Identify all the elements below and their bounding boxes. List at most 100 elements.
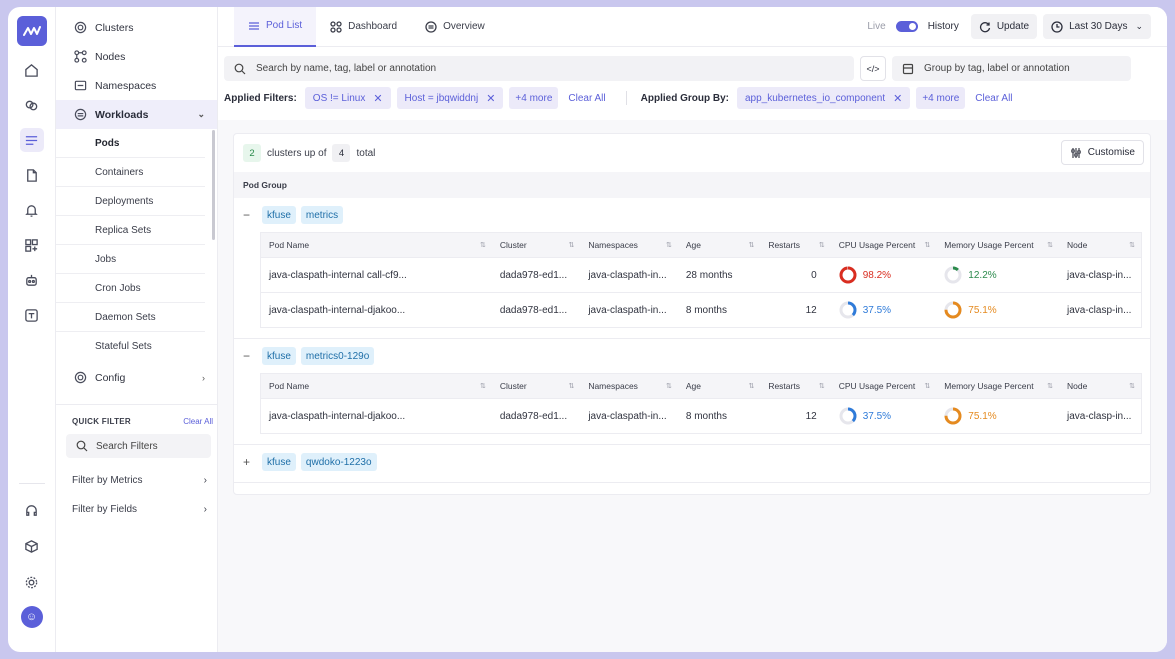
group-chip[interactable]: app_kubernetes_io_component ✕ [736, 87, 911, 109]
nodes-icon [74, 50, 87, 63]
customise-button[interactable]: Customise [1060, 140, 1144, 165]
sort-icon[interactable]: ⇅ [1129, 382, 1135, 390]
sort-icon[interactable]: ⇅ [819, 382, 825, 390]
gear-icon[interactable] [20, 570, 44, 594]
sort-icon[interactable]: ⇅ [1047, 241, 1053, 249]
sort-icon[interactable]: ⇅ [568, 241, 574, 249]
column-header[interactable]: Restarts ⇅ [760, 373, 831, 399]
pod-name-cell[interactable]: java-claspath-internal call-cf9... [260, 257, 492, 293]
collapse-icon[interactable]: − [243, 208, 255, 222]
robot-icon[interactable] [20, 268, 44, 292]
sort-icon[interactable]: ⇅ [748, 241, 754, 249]
column-header[interactable]: CPU Usage Percent ⇅ [830, 373, 937, 399]
cloud-icon[interactable] [20, 93, 44, 117]
sidebar-subitem-deployments[interactable]: Deployments [56, 187, 205, 216]
sidebar-subitem-daemon-sets[interactable]: Daemon Sets [56, 303, 205, 332]
column-header[interactable]: Node ⇅ [1058, 373, 1142, 399]
filter-chip[interactable]: OS != Linux ✕ [304, 87, 391, 109]
column-header[interactable]: Restarts ⇅ [760, 232, 831, 258]
cube-icon[interactable] [20, 534, 44, 558]
cpu-usage-cell: 98.2% [830, 257, 937, 293]
sort-icon[interactable]: ⇅ [1047, 382, 1053, 390]
tab-dashboard[interactable]: Dashboard [316, 7, 411, 47]
sort-icon[interactable]: ⇅ [480, 382, 486, 390]
table-row[interactable]: java-claspath-internal-djakoo... dada978-… [260, 398, 1142, 434]
sidebar-subitem-replica-sets[interactable]: Replica Sets [56, 216, 205, 245]
tab-overview[interactable]: Overview [411, 7, 499, 47]
pod-name-cell[interactable]: java-claspath-internal-djakoo... [260, 292, 492, 328]
column-header[interactable]: Memory Usage Percent ⇅ [936, 232, 1059, 258]
pod-name-cell[interactable]: java-claspath-internal-djakoo... [260, 398, 492, 434]
widgets-icon[interactable] [20, 233, 44, 257]
sort-icon[interactable]: ⇅ [748, 382, 754, 390]
topbar-controls: Live History Update Last 30 Days ⌄ [867, 14, 1151, 39]
table-row[interactable]: java-claspath-internal-djakoo... dada978-… [260, 292, 1142, 328]
sidebar-subitem-containers[interactable]: Containers [56, 158, 205, 187]
quick-filter-clear-button[interactable]: Clear All [183, 417, 213, 426]
headset-icon[interactable] [20, 498, 44, 522]
config-icon [74, 371, 87, 384]
sort-icon[interactable]: ⇅ [666, 241, 672, 249]
expand-icon[interactable]: + [243, 455, 255, 469]
sidebar-item-namespaces[interactable]: Namespaces [56, 71, 217, 100]
column-header[interactable]: Age ⇅ [677, 373, 761, 399]
sort-icon[interactable]: ⇅ [480, 241, 486, 249]
sidebar-item-nodes[interactable]: Nodes [56, 42, 217, 71]
group-more-button[interactable]: +4 more [916, 87, 966, 109]
sidebar-subitem-jobs[interactable]: Jobs [56, 245, 205, 274]
live-history-toggle[interactable] [895, 21, 918, 32]
bell-icon[interactable] [20, 198, 44, 222]
group-clear-all-button[interactable]: Clear All [975, 93, 1012, 104]
logo-icon[interactable] [16, 16, 47, 46]
column-header[interactable]: Cluster ⇅ [491, 232, 581, 258]
search-input[interactable]: Search by name, tag, label or annotation [224, 56, 854, 81]
clock-icon [1051, 20, 1063, 33]
column-header[interactable]: Namespaces ⇅ [580, 373, 678, 399]
list-icon[interactable] [19, 128, 44, 152]
group-by-input[interactable]: Group by tag, label or annotation [892, 56, 1131, 81]
quick-filter-search-input[interactable]: Search Filters [66, 434, 211, 458]
column-header[interactable]: Age ⇅ [677, 232, 761, 258]
group-tag: metrics0-129o [300, 347, 375, 365]
sidebar-item-clusters[interactable]: Clusters [56, 13, 217, 42]
memory-usage-cell: 75.1% [936, 398, 1059, 434]
sort-icon[interactable]: ⇅ [819, 241, 825, 249]
column-header[interactable]: Cluster ⇅ [491, 373, 581, 399]
close-icon[interactable]: ✕ [893, 92, 902, 105]
filters-more-button[interactable]: +4 more [509, 87, 559, 109]
sidebar-scrollbar[interactable] [212, 130, 215, 240]
sidebar-subitem-stateful-sets[interactable]: Stateful Sets [56, 332, 205, 361]
column-header[interactable]: Namespaces ⇅ [580, 232, 678, 258]
sidebar-item-workloads[interactable]: Workloads ⌄ [56, 100, 217, 129]
close-icon[interactable]: ✕ [486, 92, 495, 105]
user-avatar[interactable]: ☺ [20, 606, 43, 628]
filter-by-fields[interactable]: Filter by Fields › [56, 495, 217, 524]
collapse-icon[interactable]: − [243, 349, 255, 363]
sort-icon[interactable]: ⇅ [924, 241, 930, 249]
sidebar-subitem-pods[interactable]: Pods [56, 129, 205, 158]
document-icon[interactable] [20, 163, 44, 187]
column-header[interactable]: Pod Name ⇅ [260, 232, 492, 258]
sort-icon[interactable]: ⇅ [568, 382, 574, 390]
sidebar-subitem-cron-jobs[interactable]: Cron Jobs [56, 274, 205, 303]
sort-icon[interactable]: ⇅ [666, 382, 672, 390]
column-header[interactable]: Memory Usage Percent ⇅ [936, 373, 1059, 399]
close-icon[interactable]: ✕ [373, 92, 382, 105]
time-range-select[interactable]: Last 30 Days ⌄ [1043, 14, 1151, 39]
filter-by-metrics[interactable]: Filter by Metrics › [56, 466, 217, 495]
table-row[interactable]: java-claspath-internal call-cf9... dada97… [260, 257, 1142, 293]
sidebar-item-config[interactable]: Config › [56, 363, 217, 392]
filters-clear-all-button[interactable]: Clear All [568, 93, 605, 104]
update-button[interactable]: Update [970, 14, 1038, 39]
column-header[interactable]: Pod Name ⇅ [260, 373, 492, 399]
code-button[interactable]: </> [860, 56, 886, 81]
sort-icon[interactable]: ⇅ [924, 382, 930, 390]
column-header[interactable]: Node ⇅ [1058, 232, 1142, 258]
tab-pod-list[interactable]: Pod List [234, 7, 317, 47]
node-cell: java-clasp-in... [1058, 257, 1142, 293]
home-icon[interactable] [20, 58, 44, 82]
sort-icon[interactable]: ⇅ [1129, 241, 1135, 249]
filter-chip[interactable]: Host = jbqwiddnj ✕ [396, 87, 504, 109]
column-header[interactable]: CPU Usage Percent ⇅ [830, 232, 937, 258]
translate-icon[interactable] [20, 303, 44, 327]
